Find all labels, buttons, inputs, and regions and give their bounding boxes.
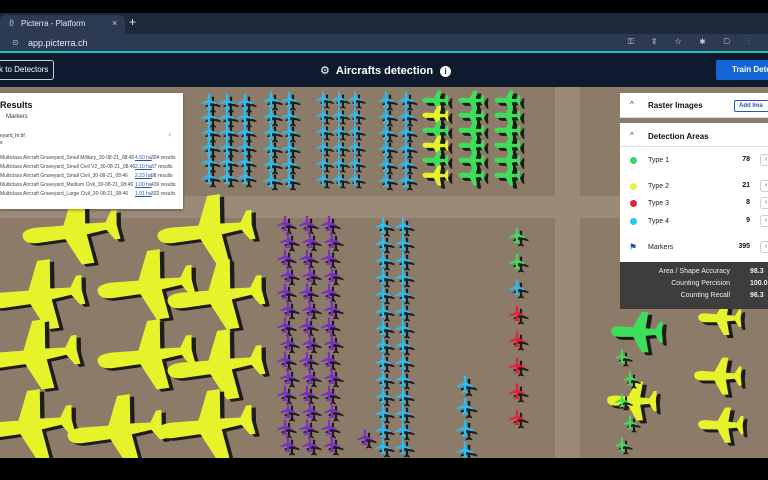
result-row[interactable]: Multiclass Aircraft Graveyard_Large Civi… bbox=[0, 191, 183, 199]
toggle-button[interactable]: ‹ bbox=[760, 215, 768, 227]
toggle-button[interactable]: ‹ bbox=[760, 180, 768, 192]
result-row[interactable]: Multiclass Aircraft Graveyard_Small Civi… bbox=[0, 164, 183, 172]
toggle-button[interactable]: ‹ bbox=[760, 197, 768, 209]
red-dot-icon bbox=[630, 200, 637, 207]
result-row[interactable]: Multiclass Aircraft Graveyard_Medium Civ… bbox=[0, 182, 183, 190]
add-image-label: Add Ima bbox=[739, 103, 763, 109]
add-image-button[interactable]: Add Ima bbox=[734, 100, 768, 112]
metric-row: Area / Shape Accuracy 98.3 bbox=[620, 268, 768, 278]
browser-toolbar: ⚿ ⇪ ☆ ✱ ▢ ⋮ bbox=[628, 37, 758, 47]
screenshot-frame: ϑ Picterra - Platform × + ⊙ app.picterra… bbox=[0, 0, 768, 480]
metric-label: Counting Recall bbox=[680, 292, 730, 299]
raster-file-name: eyard_hr.tif bbox=[0, 133, 25, 139]
results-panel: Results Markers eyard_hr.tif s × Multicl… bbox=[0, 93, 183, 209]
result-count: 304 results bbox=[151, 155, 176, 161]
divider bbox=[620, 146, 768, 147]
back-label: k to Detectors bbox=[0, 65, 49, 74]
train-label: Train Detec bbox=[732, 65, 768, 74]
toggle-button[interactable]: ‹ bbox=[760, 154, 768, 166]
result-name: Multiclass Aircraft Graveyard_Large Civi… bbox=[0, 191, 129, 197]
browser-tab-title: Picterra - Platform bbox=[21, 19, 86, 28]
result-count: 98 results bbox=[151, 173, 173, 179]
result-area-link[interactable]: 1.91 ha bbox=[135, 191, 152, 197]
raster-images-label: Raster Images bbox=[648, 101, 703, 110]
result-area-link[interactable]: 2.10 ha bbox=[135, 164, 152, 170]
result-name: Multiclass Aircraft Graveyard_Small Mili… bbox=[0, 155, 135, 161]
detection-type-2[interactable]: Type 2 21 ‹ bbox=[620, 180, 768, 194]
metric-value: 100.0 bbox=[750, 280, 768, 287]
markers-count: 395 bbox=[738, 243, 750, 250]
toggle-button[interactable]: ‹ bbox=[760, 241, 768, 253]
extensions-icon[interactable]: ✱ bbox=[699, 37, 713, 46]
raster-images-section[interactable]: ^ Raster Images Add Ima bbox=[620, 93, 768, 118]
type-name: Type 4 bbox=[648, 218, 670, 225]
train-detector-button[interactable]: Train Detec bbox=[716, 60, 768, 80]
chevron-up-icon[interactable]: ^ bbox=[630, 100, 634, 109]
markers-toggle[interactable]: Markers bbox=[6, 114, 28, 120]
detection-type-4[interactable]: Type 4 9 ‹ bbox=[620, 215, 768, 229]
result-area-link[interactable]: 1.00 ha bbox=[135, 182, 152, 188]
result-row[interactable]: Multiclass Aircraft Graveyard_Small Mili… bbox=[0, 155, 183, 163]
share-icon[interactable]: ⇪ bbox=[652, 37, 665, 46]
detection-type-1[interactable]: Type 1 78 ‹ bbox=[620, 154, 768, 168]
type-count: 9 bbox=[746, 217, 750, 224]
metric-row: Counting Percision 100.0 bbox=[620, 280, 768, 290]
result-area-link[interactable]: 2.23 ha bbox=[135, 173, 152, 179]
results-heading: Results bbox=[0, 100, 33, 110]
accuracy-metrics: Area / Shape Accuracy 98.3 Counting Perc… bbox=[620, 262, 768, 309]
detection-areas-section: ^ Detection Areas Type 1 78 ‹ Type 2 21 … bbox=[620, 123, 768, 262]
result-name: Multiclass Aircraft Graveyard_Medium Civ… bbox=[0, 182, 134, 188]
browser-tab-strip: ϑ Picterra - Platform × bbox=[0, 13, 768, 34]
detection-areas-label: Detection Areas bbox=[648, 132, 709, 141]
type-name: Type 1 bbox=[648, 157, 670, 164]
result-name: Multiclass Aircraft Graveyard_Small Civi… bbox=[0, 164, 136, 170]
gear-icon[interactable]: ⚙ bbox=[320, 64, 330, 77]
metric-label: Counting Percision bbox=[671, 280, 730, 287]
result-area-link[interactable]: 4.50 ha bbox=[135, 155, 152, 161]
green-dot-icon bbox=[630, 157, 637, 164]
chevron-up-icon[interactable]: ^ bbox=[630, 131, 634, 140]
type-count: 21 bbox=[742, 182, 750, 189]
raster-file-subtitle: s bbox=[0, 140, 3, 146]
markers-name: Markers bbox=[648, 244, 674, 251]
markers-item[interactable]: ⚑ Markers 395 ‹ bbox=[620, 241, 768, 255]
blue-dot-icon bbox=[630, 218, 637, 225]
page-title-text: Aircrafts detection bbox=[335, 65, 434, 77]
flag-icon: ⚑ bbox=[629, 242, 638, 252]
result-count: 332 results bbox=[151, 191, 176, 197]
result-count: 439 results bbox=[151, 182, 176, 188]
browser-tab[interactable]: ϑ Picterra - Platform × bbox=[0, 15, 125, 34]
app-header: k to Detectors ⚙ Aircrafts detection i Tra… bbox=[0, 53, 768, 87]
star-icon[interactable]: ☆ bbox=[675, 37, 690, 46]
detection-type-3[interactable]: Type 3 8 ‹ bbox=[620, 197, 768, 211]
page-title: ⚙ Aircrafts detection i bbox=[320, 64, 452, 77]
info-icon[interactable]: i bbox=[440, 66, 452, 77]
type-count: 78 bbox=[742, 156, 750, 163]
metric-value: 98.3 bbox=[750, 268, 764, 275]
close-icon[interactable]: × bbox=[168, 133, 172, 139]
result-row[interactable]: Multiclass Aircraft Graveyard_Small Civi… bbox=[0, 173, 183, 181]
lock-icon: ⊙ bbox=[12, 38, 19, 47]
address-bar[interactable]: ⊙ app.picterra.ch ⚿ ⇪ ☆ ✱ ▢ ⋮ bbox=[0, 34, 768, 52]
metric-row: Counting Recall 96.3 bbox=[620, 292, 768, 302]
back-to-detectors-button[interactable]: k to Detectors bbox=[0, 60, 54, 80]
picterra-favicon-icon: ϑ bbox=[9, 18, 14, 28]
tab-close-icon[interactable]: × bbox=[112, 18, 117, 28]
metric-label: Area / Shape Accuracy bbox=[658, 268, 730, 275]
vertical-road bbox=[555, 87, 580, 458]
url-text[interactable]: app.picterra.ch bbox=[28, 38, 88, 48]
type-name: Type 2 bbox=[648, 183, 670, 190]
menu-icon[interactable]: ⋮ bbox=[748, 37, 758, 46]
yellow-dot-icon bbox=[630, 183, 637, 190]
result-count: 37 results bbox=[151, 164, 173, 170]
layers-panel: ^ Raster Images Add Ima ^ Detection Area… bbox=[620, 93, 768, 309]
type-count: 8 bbox=[746, 199, 750, 206]
window-icon[interactable]: ▢ bbox=[724, 37, 738, 46]
metric-value: 96.3 bbox=[750, 292, 764, 299]
new-tab-button[interactable]: + bbox=[129, 15, 136, 29]
type-name: Type 3 bbox=[648, 200, 670, 207]
key-icon[interactable]: ⚿ bbox=[628, 37, 642, 46]
result-name: Multiclass Aircraft Graveyard_Small Civi… bbox=[0, 173, 128, 179]
